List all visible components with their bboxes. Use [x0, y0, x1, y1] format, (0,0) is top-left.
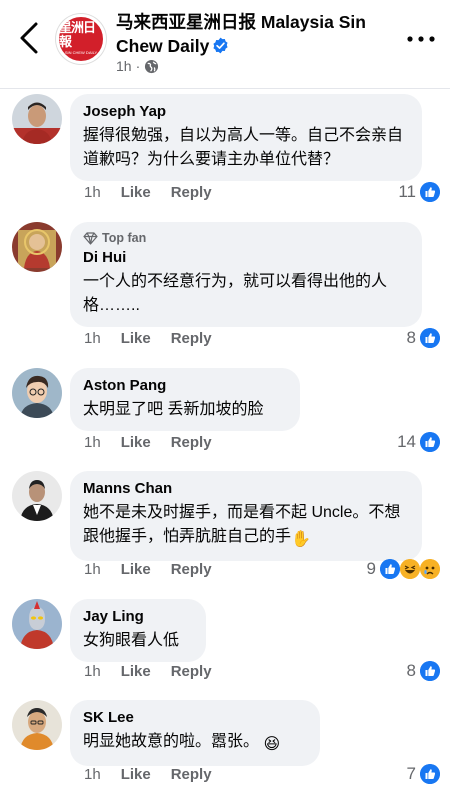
- commenter-name[interactable]: Joseph Yap: [83, 102, 409, 122]
- comment-text: 她不是未及时握手，而是看不起 Uncle。不想跟他握手，怕弄肮脏自己的手: [83, 504, 401, 545]
- reaction-summary[interactable]: 8: [407, 661, 440, 681]
- reaction-count: 9: [366, 559, 376, 578]
- commenter-name[interactable]: Aston Pang: [83, 376, 287, 396]
- comment-bubble: Jay Ling 女狗眼看人低: [70, 599, 206, 662]
- reaction-summary[interactable]: 7: [407, 764, 440, 784]
- reaction-count: 8: [406, 328, 416, 347]
- post-time[interactable]: 1h: [116, 58, 132, 74]
- top-fan-label: Top fan: [102, 231, 147, 245]
- page-title[interactable]: 马来西亚星洲日报 Malaysia Sin Chew Daily: [116, 10, 396, 58]
- more-options-icon[interactable]: [406, 34, 436, 44]
- page-name[interactable]: 马来西亚星洲日报 Malaysia Sin Chew Daily: [116, 12, 366, 56]
- verified-badge-icon: [213, 37, 228, 54]
- comment-actions: 1h Like Reply: [84, 330, 212, 347]
- comment-bubble: Aston Pang 太明显了吧 丢新加坡的脸: [70, 368, 300, 431]
- post-header: 星洲日報 SIN CHEW DAILY 马来西亚星洲日报 Malaysia Si…: [0, 0, 450, 82]
- header-divider: [0, 88, 450, 89]
- haha-reaction-icon: [400, 559, 420, 579]
- avatar[interactable]: [12, 368, 62, 418]
- like-reaction-icon: [420, 661, 440, 681]
- post-meta: 1h ·: [116, 58, 159, 74]
- like-button[interactable]: Like: [121, 184, 151, 201]
- comment-time[interactable]: 1h: [84, 766, 101, 783]
- reaction-summary[interactable]: 14: [397, 432, 440, 452]
- comment-actions: 1h Like Reply: [84, 663, 212, 680]
- comment-text-wrap: 她不是未及时握手，而是看不起 Uncle。不想跟他握手，怕弄肮脏自己的手✋: [83, 501, 409, 552]
- reply-button[interactable]: Reply: [171, 663, 212, 680]
- like-button[interactable]: Like: [121, 561, 151, 578]
- like-reaction-icon: [420, 764, 440, 784]
- commenter-name[interactable]: Di Hui: [83, 248, 409, 268]
- avatar[interactable]: [12, 94, 62, 144]
- avatar[interactable]: [12, 599, 62, 649]
- comment-text: 握得很勉强，自以为高人一等。自己不会亲自道歉吗？为什么要请主办单位代替？: [83, 127, 404, 168]
- comment-bubble: Top fan Di Hui 一个人的不经意行为，就可以看得出他的人格……..: [70, 222, 422, 327]
- reply-button[interactable]: Reply: [171, 561, 212, 578]
- like-reaction-icon: [420, 432, 440, 452]
- comment: Manns Chan 她不是未及时握手，而是看不起 Uncle。不想跟他握手，怕…: [0, 469, 450, 589]
- avatar[interactable]: [12, 700, 62, 750]
- commenter-name[interactable]: Jay Ling: [83, 607, 193, 627]
- comment: Top fan Di Hui 一个人的不经意行为，就可以看得出他的人格…….. …: [0, 220, 450, 355]
- comment-time[interactable]: 1h: [84, 561, 101, 578]
- avatar[interactable]: [12, 471, 62, 521]
- raised-hand-emoji: ✋: [291, 531, 311, 548]
- comment-bubble: Manns Chan 她不是未及时握手，而是看不起 Uncle。不想跟他握手，怕…: [70, 471, 422, 561]
- comment-bubble: SK Lee 明显她故意的啦。嚣张。 😆: [70, 700, 320, 766]
- comment: SK Lee 明显她故意的啦。嚣张。 😆 1h Like Reply 7: [0, 700, 450, 800]
- comment-text: 明显她故意的啦。嚣张。: [83, 733, 260, 750]
- like-reaction-icon: [420, 182, 440, 202]
- reaction-summary[interactable]: 11: [398, 182, 440, 202]
- page-logo-subtext: SIN CHEW DAILY: [64, 50, 98, 55]
- comment-time[interactable]: 1h: [84, 434, 101, 451]
- comment-text: 女狗眼看人低: [83, 632, 180, 649]
- comment-actions: 1h Like Reply: [84, 561, 212, 578]
- like-reaction-icon: [380, 559, 400, 579]
- laughing-emoji: 😆: [263, 736, 281, 753]
- commenter-name[interactable]: SK Lee: [83, 708, 307, 728]
- reaction-count: 11: [398, 182, 416, 201]
- meta-separator: ·: [135, 58, 141, 74]
- comment-actions: 1h Like Reply: [84, 184, 212, 201]
- comment-time[interactable]: 1h: [84, 663, 101, 680]
- page-logo-text: 星洲日報: [59, 21, 96, 50]
- top-fan-badge: Top fan: [83, 230, 409, 246]
- reply-button[interactable]: Reply: [171, 330, 212, 347]
- like-button[interactable]: Like: [121, 766, 151, 783]
- back-chevron-icon[interactable]: [14, 20, 44, 56]
- reaction-count: 7: [406, 764, 416, 783]
- like-reaction-icon: [420, 328, 440, 348]
- comment-actions: 1h Like Reply: [84, 766, 212, 783]
- comment-text-wrap: 明显她故意的啦。嚣张。 😆: [83, 730, 307, 757]
- reply-button[interactable]: Reply: [171, 766, 212, 783]
- comment-time[interactable]: 1h: [84, 184, 101, 201]
- comment-text: 一个人的不经意行为，就可以看得出他的人格……..: [83, 273, 388, 314]
- globe-icon: [145, 59, 159, 73]
- avatar[interactable]: [12, 222, 62, 272]
- reaction-summary[interactable]: 8: [407, 328, 440, 348]
- page-avatar[interactable]: 星洲日報 SIN CHEW DAILY: [56, 14, 106, 64]
- reply-button[interactable]: Reply: [171, 434, 212, 451]
- sad-reaction-icon: [420, 559, 440, 579]
- reply-button[interactable]: Reply: [171, 184, 212, 201]
- like-button[interactable]: Like: [121, 330, 151, 347]
- commenter-name[interactable]: Manns Chan: [83, 479, 409, 499]
- comment: Joseph Yap 握得很勉强，自以为高人一等。自己不会亲自道歉吗？为什么要请…: [0, 92, 450, 212]
- comment: Aston Pang 太明显了吧 丢新加坡的脸 1h Like Reply 14: [0, 366, 450, 458]
- comment: Jay Ling 女狗眼看人低 1h Like Reply 8: [0, 597, 450, 689]
- comment-actions: 1h Like Reply: [84, 434, 212, 451]
- comment-bubble: Joseph Yap 握得很勉强，自以为高人一等。自己不会亲自道歉吗？为什么要请…: [70, 94, 422, 181]
- like-button[interactable]: Like: [121, 663, 151, 680]
- reaction-count: 14: [397, 432, 416, 451]
- comment-time[interactable]: 1h: [84, 330, 101, 347]
- reaction-count: 8: [406, 661, 416, 680]
- top-fan-diamond-icon: [83, 231, 98, 245]
- comment-text: 太明显了吧 丢新加坡的脸: [83, 401, 264, 418]
- like-button[interactable]: Like: [121, 434, 151, 451]
- reaction-summary[interactable]: 9: [367, 559, 440, 579]
